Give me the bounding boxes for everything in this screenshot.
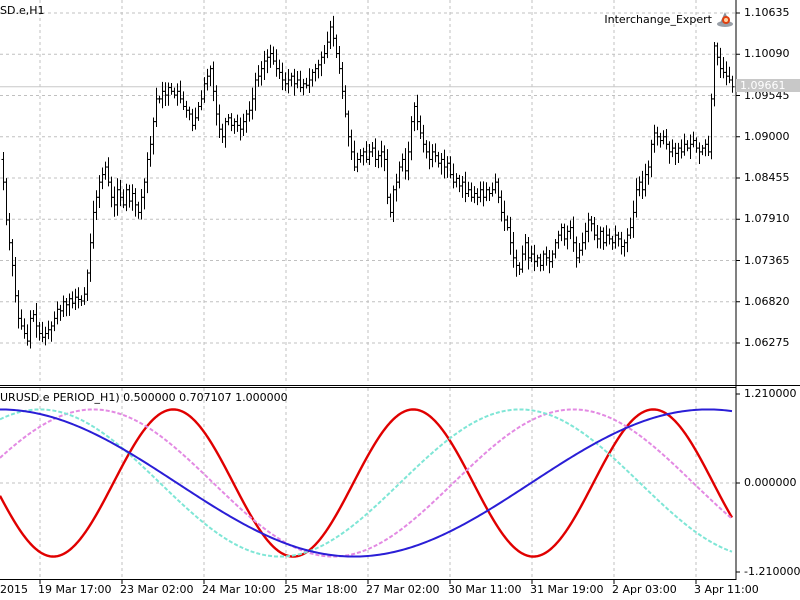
price-tick-label: 1.10090 [744,47,790,61]
indicator-tick-label: 1.210000 [744,387,797,400]
chart-frame [0,0,800,584]
expert-badge[interactable]: Interchange_Expert [604,10,734,28]
time-axis-label: 2015 [0,583,28,596]
chart-canvas[interactable] [0,0,800,600]
time-axis-label: 27 Mar 02:00 [366,583,440,596]
expert-name: Interchange_Expert [604,12,712,26]
time-axis-label: 19 Mar 17:00 [38,583,112,596]
current-price-tag: 1.09661 [736,79,800,92]
time-axis-label: 24 Mar 10:00 [202,583,276,596]
symbol-title: SD.e,H1 [0,4,45,17]
indicator-title: URUSD.e PERIOD_H1) 0.500000 0.707107 1.0… [0,391,288,404]
expert-advisor-hat-icon[interactable] [716,10,734,28]
indicator-tick-label: 0.000000 [744,476,797,489]
indicator-tick-label: -1.210000 [744,565,800,578]
price-tick-label: 1.06820 [744,294,790,308]
price-tick-label: 1.08455 [744,171,790,184]
time-axis-label: 31 Mar 19:00 [530,583,604,596]
time-axis-label: 3 Apr 11:00 [694,583,759,596]
price-tick-label: 1.07910 [744,212,790,226]
price-tick-label: 1.07365 [744,253,790,267]
time-axis-label: 2 Apr 03:00 [612,583,677,596]
time-axis-label: 25 Mar 18:00 [284,583,358,596]
price-tick-label: 1.10635 [744,6,790,19]
grid [0,0,736,578]
price-tick-label: 1.09000 [744,129,790,143]
time-axis-label: 30 Mar 11:00 [448,583,522,596]
price-tick-label: 1.06275 [744,336,790,349]
time-axis-label: 23 Mar 02:00 [120,583,194,596]
